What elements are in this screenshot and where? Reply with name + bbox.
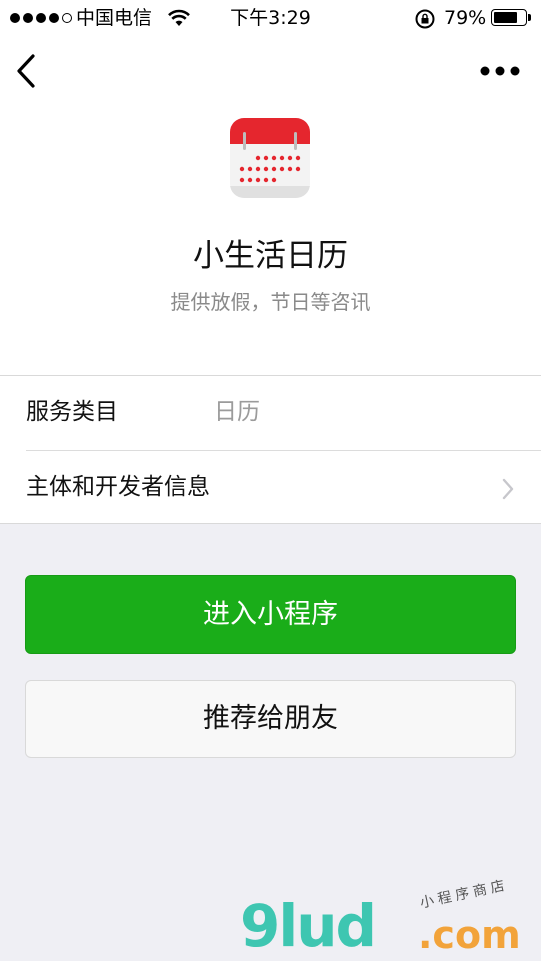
category-value: 日历 — [214, 399, 260, 425]
developer-info-row[interactable]: 主体和开发者信息 — [0, 451, 541, 524]
ellipsis-icon[interactable] — [478, 60, 522, 82]
watermark: 9lud 小程序商店 .com — [240, 877, 540, 960]
battery-tip — [528, 14, 531, 21]
recommend-to-friend-button[interactable]: 推荐给朋友 — [25, 680, 516, 758]
info-list: 服务类目 日历 主体和开发者信息 — [0, 375, 541, 524]
battery-percent: 79% — [444, 7, 487, 29]
developer-info-label: 主体和开发者信息 — [26, 474, 210, 500]
watermark-domain: .com — [418, 913, 521, 957]
watermark-logo: 9lud — [240, 892, 377, 960]
app-description: 提供放假，节日等咨讯 — [170, 290, 371, 314]
enter-mini-program-button[interactable]: 进入小程序 — [25, 575, 516, 654]
battery-icon — [491, 9, 527, 26]
navigation-bar — [0, 36, 541, 106]
chevron-right-icon — [502, 478, 514, 500]
rotation-lock-icon — [415, 9, 435, 29]
category-label: 服务类目 — [26, 399, 118, 425]
status-bar: 中国电信 下午3:29 79% — [0, 0, 541, 36]
calendar-icon — [230, 118, 310, 198]
watermark-tagline: 小程序商店 — [418, 877, 510, 912]
category-row: 服务类目 日历 — [0, 376, 541, 450]
app-header: 小生活日历 提供放假，节日等咨讯 — [0, 106, 541, 376]
app-name: 小生活日历 — [193, 238, 348, 274]
chevron-left-icon[interactable] — [10, 50, 46, 92]
battery-level-fill — [494, 12, 517, 23]
